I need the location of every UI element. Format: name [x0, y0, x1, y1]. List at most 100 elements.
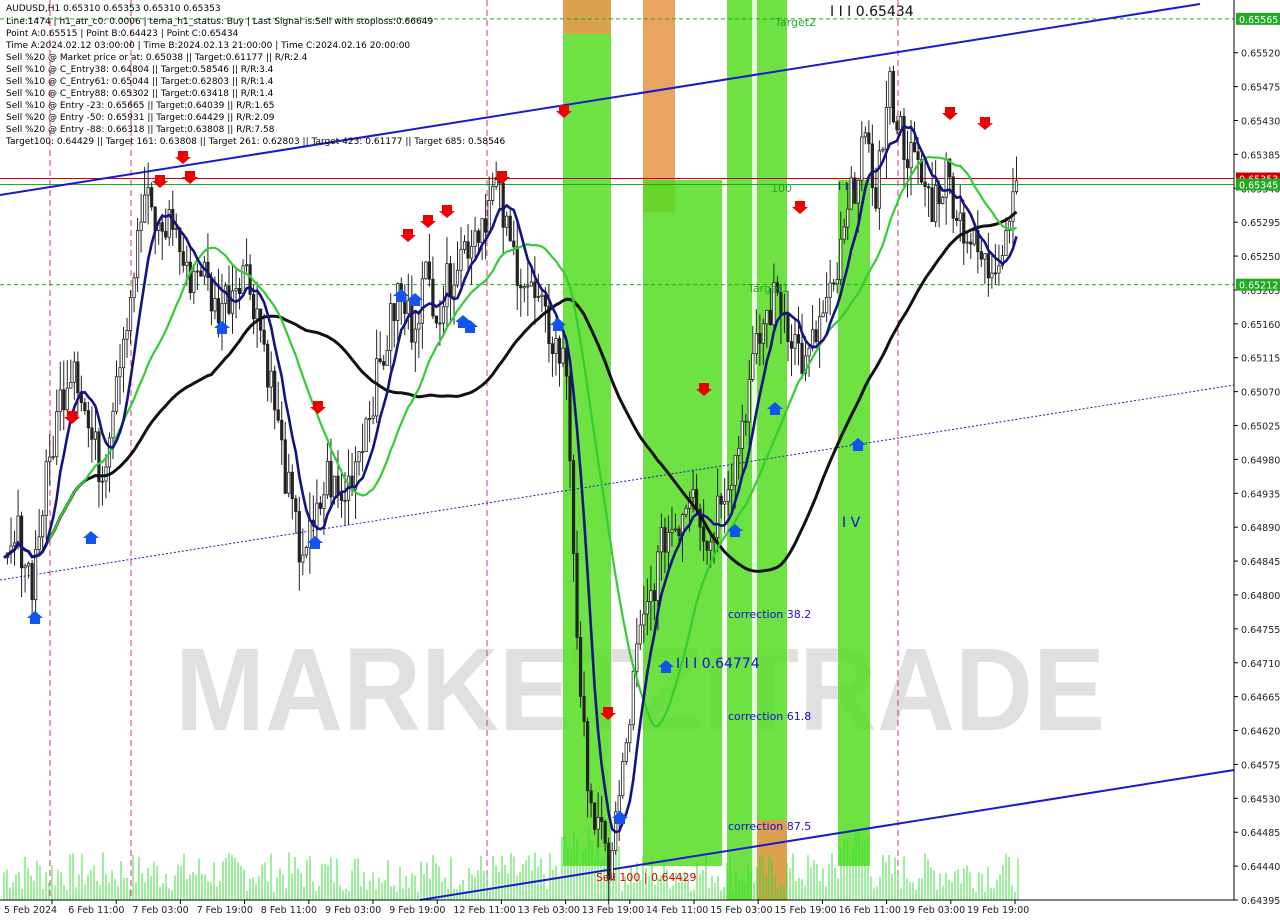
candle-body [568, 375, 572, 462]
candle-body [747, 379, 751, 423]
candle-body [62, 389, 66, 411]
candle-body [877, 150, 881, 209]
y-tick-label: 0.65115 [1241, 354, 1280, 365]
candle-body [58, 389, 62, 413]
candle-body [744, 420, 748, 423]
candle-body [445, 263, 449, 308]
candle-body [709, 541, 713, 551]
chart-window: MARKETZITRADE Target2 100 Target1 I I I 0.65… [0, 0, 1280, 920]
candle-body [199, 270, 203, 277]
candle-body [494, 179, 498, 187]
x-tick-label: 9 Feb 19:00 [389, 905, 445, 916]
info-line-7: Sell %10 @ C_Entry88: 0.65302 || Target:… [6, 89, 274, 99]
candle-body [561, 347, 565, 364]
candle-body [19, 515, 24, 569]
candle-body [297, 511, 301, 563]
candle-body [934, 184, 938, 223]
candle-body [181, 251, 185, 266]
candle-body [125, 330, 129, 340]
candle-body [860, 136, 864, 181]
candle-body [895, 121, 899, 131]
candle-body [325, 460, 330, 496]
candle-body [754, 333, 758, 355]
candle-body [139, 221, 143, 231]
candle-body [252, 293, 256, 320]
candle-body [751, 353, 755, 380]
candle-body [448, 263, 453, 298]
candle-body [856, 179, 860, 204]
candle-body [216, 298, 221, 324]
y-tick-label: 0.64530 [1241, 794, 1280, 805]
candle-body [997, 265, 1001, 274]
candle-body [821, 312, 825, 318]
candle-body [529, 281, 533, 287]
x-tick-label: 19 Feb 03:00 [903, 905, 965, 916]
candle-body [701, 526, 706, 542]
candle-body [585, 721, 590, 792]
info-line-9: Sell %20 @ Entry -50: 0.65931 || Target:… [6, 113, 275, 123]
zone-orange-1 [563, 0, 611, 34]
candle-body [673, 528, 678, 531]
candle-body [83, 402, 87, 412]
candle-body [466, 241, 470, 259]
annotation-label: correction 61.8 [728, 710, 811, 723]
candle-body [986, 253, 990, 279]
candle-body [417, 322, 421, 330]
candle-body [628, 724, 632, 744]
candle-body [396, 283, 400, 321]
candle-body [452, 284, 456, 298]
candle-body [666, 531, 671, 553]
x-tick-label: 8 Feb 11:00 [261, 905, 317, 916]
candle-body [888, 71, 892, 108]
candle-body [663, 527, 667, 553]
candle-body [360, 451, 365, 453]
candle-body [44, 461, 48, 516]
candle-body [839, 238, 843, 280]
candle-body [993, 272, 997, 275]
candle-body [209, 277, 214, 312]
candle-body [37, 536, 41, 550]
candle-body [550, 343, 555, 354]
candle-body [121, 338, 126, 369]
candle-body [51, 456, 55, 459]
candle-body [807, 347, 811, 357]
x-tick-label: 9 Feb 03:00 [325, 905, 381, 916]
candle-body [867, 132, 871, 145]
candle-body [557, 338, 562, 364]
candle-body [283, 439, 287, 494]
candle-body [656, 551, 660, 601]
candle-body [571, 460, 576, 554]
candle-body [111, 410, 115, 439]
candle-body [164, 230, 168, 238]
candle-body [926, 186, 931, 189]
candle-body [723, 501, 727, 505]
candle-body [909, 142, 913, 169]
candle-body [343, 499, 347, 502]
x-tick-label: 16 Feb 11:00 [839, 905, 901, 916]
candle-body [484, 218, 488, 233]
candle-body [941, 196, 945, 205]
candle-body [505, 215, 509, 228]
candle-body [315, 502, 319, 527]
candle-body [800, 342, 804, 374]
annotation-label: I V [842, 515, 861, 531]
candle-body [691, 489, 695, 498]
candle-body [318, 502, 323, 509]
x-tick-label: 15 Feb 03:00 [710, 905, 772, 916]
candle-body [617, 795, 621, 813]
candle-body [635, 643, 639, 672]
x-tick-label: 19 Feb 19:00 [967, 905, 1029, 916]
candle-body [694, 489, 699, 510]
candle-body [515, 246, 519, 286]
candle-body [72, 361, 76, 383]
y-tick-label: 0.64575 [1241, 760, 1280, 771]
candle-body [220, 302, 224, 324]
candle-body [916, 151, 920, 160]
candle-body [410, 300, 414, 343]
info-line-1: Line:1474 | h1_atr_c0: 0.0006 | tema_h1_… [6, 17, 434, 27]
candle-body [730, 484, 734, 491]
y-tick-label: 0.64980 [1241, 455, 1280, 466]
candle-body [146, 187, 150, 196]
candle-body [758, 333, 762, 344]
candle-body [818, 316, 822, 343]
